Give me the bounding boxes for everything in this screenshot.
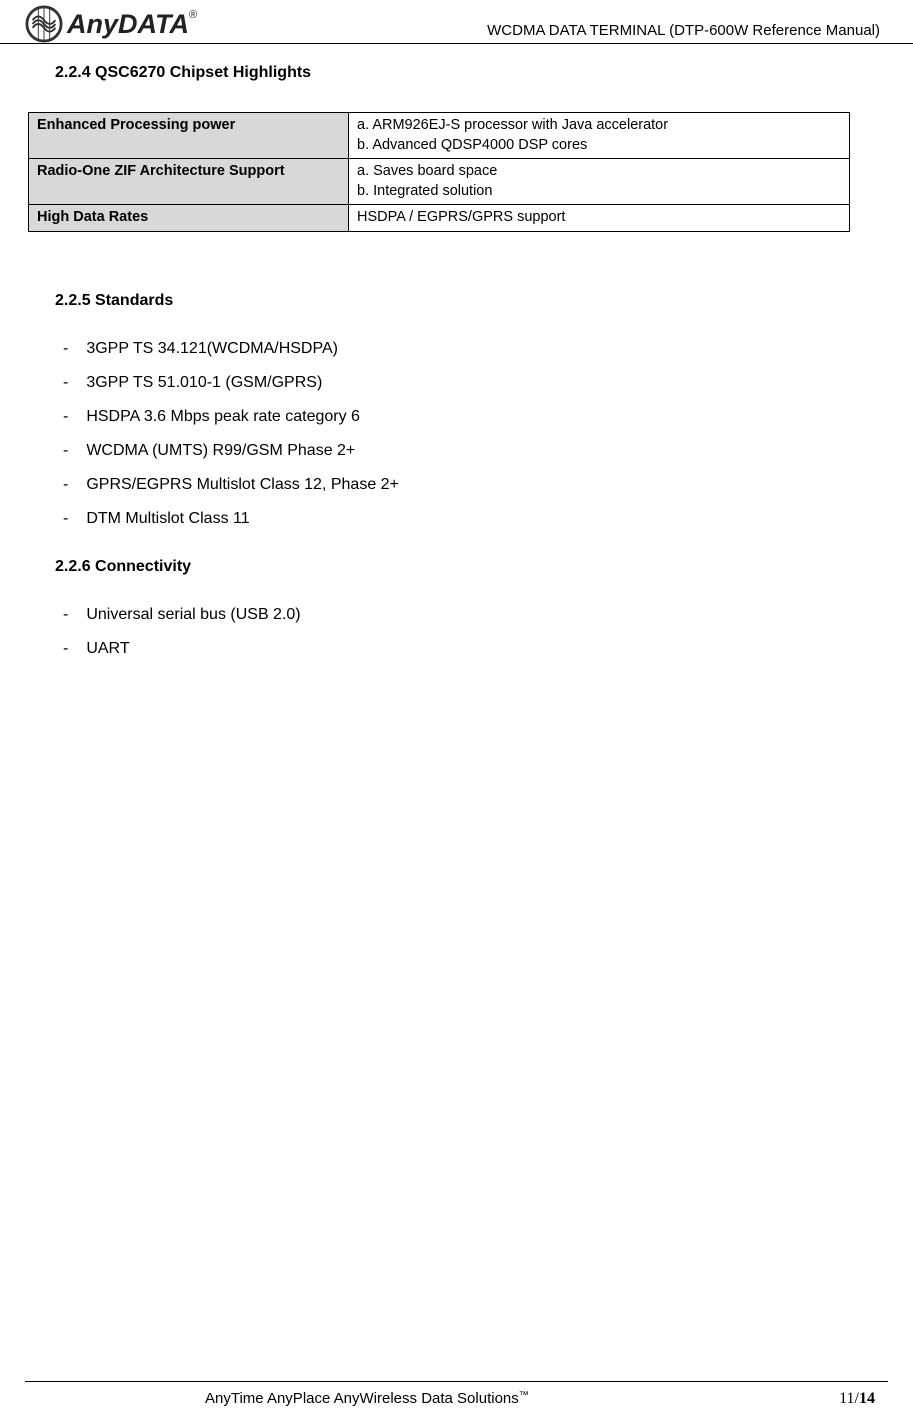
- highlights-table: Enhanced Processing power a. ARM926EJ-S …: [28, 112, 850, 232]
- table-label-cell: Radio-One ZIF Architecture Support: [29, 159, 349, 205]
- section-heading-highlights: 2.2.4 QSC6270 Chipset Highlights: [55, 64, 883, 82]
- page-header: AnyDATA® WCDMA DATA TERMINAL (DTP-600W R…: [0, 0, 913, 44]
- table-row: Radio-One ZIF Architecture Support a. Sa…: [29, 159, 850, 205]
- footer-tagline: AnyTime AnyPlace AnyWireless Data Soluti…: [205, 1390, 529, 1407]
- list-item: UART: [63, 640, 883, 658]
- list-item: WCDMA (UMTS) R99/GSM Phase 2+: [63, 442, 883, 460]
- table-row: Enhanced Processing power a. ARM926EJ-S …: [29, 113, 850, 159]
- connectivity-list: Universal serial bus (USB 2.0) UART: [55, 606, 883, 658]
- page-content: 2.2.4 QSC6270 Chipset Highlights Enhance…: [0, 64, 913, 658]
- table-value-cell: a. Saves board space b. Integrated solut…: [349, 159, 850, 205]
- table-label-cell: High Data Rates: [29, 205, 349, 232]
- standards-list: 3GPP TS 34.121(WCDMA/HSDPA) 3GPP TS 51.0…: [55, 340, 883, 528]
- footer-divider: [25, 1381, 888, 1382]
- logo: AnyDATA®: [25, 5, 197, 43]
- list-item: DTM Multislot Class 11: [63, 510, 883, 528]
- document-title: WCDMA DATA TERMINAL (DTP-600W Reference …: [487, 22, 888, 43]
- page-footer: AnyTime AnyPlace AnyWireless Data Soluti…: [0, 1381, 913, 1408]
- logo-text: AnyDATA®: [67, 9, 197, 40]
- section-heading-standards: 2.2.5 Standards: [55, 292, 883, 310]
- list-item: HSDPA 3.6 Mbps peak rate category 6: [63, 408, 883, 426]
- list-item: 3GPP TS 34.121(WCDMA/HSDPA): [63, 340, 883, 358]
- footer-content: AnyTime AnyPlace AnyWireless Data Soluti…: [30, 1390, 883, 1408]
- table-row: High Data Rates HSDPA / EGPRS/GPRS suppo…: [29, 205, 850, 232]
- anydata-logo-icon: [25, 5, 63, 43]
- table-label-cell: Enhanced Processing power: [29, 113, 349, 159]
- section-heading-connectivity: 2.2.6 Connectivity: [55, 558, 883, 576]
- list-item: Universal serial bus (USB 2.0): [63, 606, 883, 624]
- list-item: 3GPP TS 51.010-1 (GSM/GPRS): [63, 374, 883, 392]
- table-value-cell: a. ARM926EJ-S processor with Java accele…: [349, 113, 850, 159]
- page-number: 11/14: [839, 1390, 875, 1408]
- list-item: GPRS/EGPRS Multislot Class 12, Phase 2+: [63, 476, 883, 494]
- table-value-cell: HSDPA / EGPRS/GPRS support: [349, 205, 850, 232]
